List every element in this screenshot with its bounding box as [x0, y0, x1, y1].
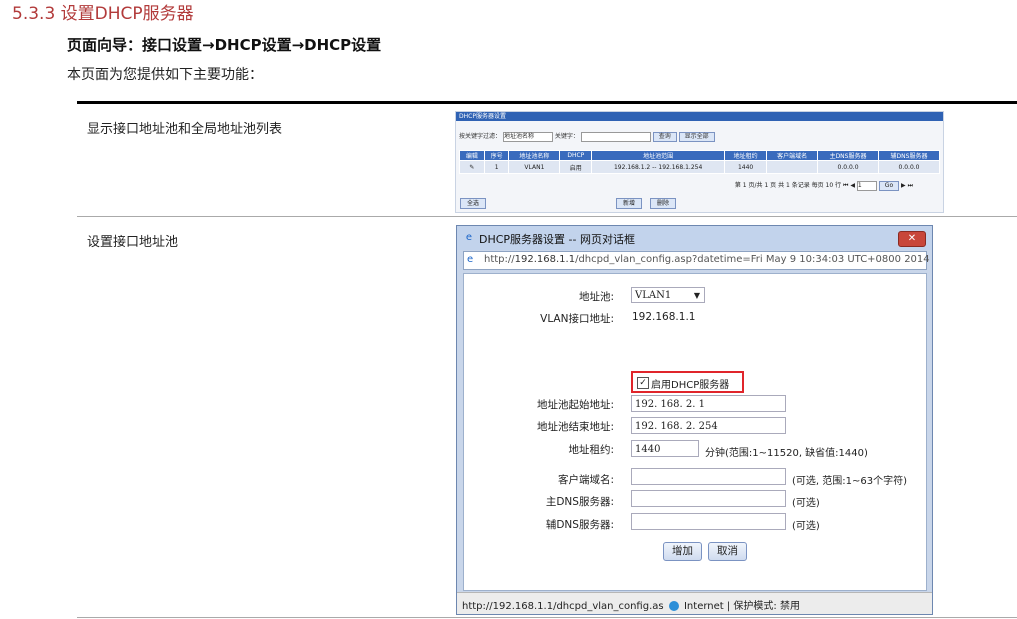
ie-icon: e [465, 232, 473, 243]
col-header: 序号 [483, 150, 510, 161]
dialog-titlebar: e DHCP服务器设置 -- 网页对话框 ✕ [457, 226, 932, 250]
edit-icon[interactable]: ✎ [459, 160, 485, 174]
last-page-icon[interactable]: ⏭ [908, 182, 913, 189]
url-host: 192.168.1.1 [514, 254, 576, 265]
list-title-bar: DHCP服务器设置 [456, 112, 943, 121]
end-address-label: 地址池结束地址: [536, 421, 614, 433]
dialog-title: DHCP服务器设置 -- 网页对话框 [479, 233, 635, 246]
show-all-button[interactable]: 显示全部 [678, 131, 715, 142]
table-cell: 0.0.0.0 [817, 160, 879, 174]
status-text: http://192.168.1.1/dhcpd_vlan_config.as … [462, 597, 800, 612]
keyword-input[interactable] [580, 131, 651, 142]
row-label-list: 显示接口地址池和全局地址池列表 [87, 122, 283, 137]
lease-hint: 分钟(范围:1~11520, 缺省值:1440) [705, 448, 868, 459]
go-button[interactable]: Go [878, 180, 900, 191]
dns2-label: 辅DNS服务器: [545, 519, 614, 531]
vlan-ip-label: VLAN接口地址: [540, 313, 614, 325]
pager: 第 1 页/共 1 页 共 1 条记录 每页 10 行 ⏮ ◀ 1 Go ▶ ⏭ [735, 180, 913, 191]
lease-label: 地址租约: [568, 444, 614, 456]
vlan-ip-value: 192.168.1.1 [632, 311, 696, 323]
url-rest: /dhcpd_vlan_config.asp?datetime=Fri May … [575, 254, 930, 265]
col-header: DHCP [559, 150, 593, 161]
start-address-label: 地址池起始地址: [536, 399, 614, 411]
new-button[interactable]: 新增 [616, 198, 643, 209]
col-header: 编辑 [459, 150, 485, 161]
close-button[interactable]: ✕ [898, 231, 926, 247]
globe-icon [668, 601, 679, 611]
table-cell: 192.168.1.2 -- 192.168.1.254 [591, 160, 725, 174]
dialog-body: 地址池: VLAN1 ▼ VLAN接口地址: 192.168.1.1 ✓ 启用D… [463, 273, 927, 591]
col-header: 地址池名称 [508, 150, 561, 161]
add-button[interactable]: 增加 [663, 542, 702, 561]
lease-input[interactable]: 1440 [631, 440, 699, 457]
status-zone: Internet | 保护模式: 禁用 [683, 601, 800, 612]
table-cell: 启用 [559, 160, 593, 174]
pool-select[interactable]: VLAN1 ▼ [631, 287, 705, 303]
nav-guide: 页面向导：接口设置→DHCP设置→DHCP设置 [67, 36, 382, 54]
page-input[interactable]: 1 [856, 180, 877, 191]
section-title: 5.3.3 设置DHCP服务器 [12, 4, 194, 24]
col-header: 主DNS服务器 [817, 150, 879, 161]
col-header: 地址租约 [723, 150, 768, 161]
prev-page-icon[interactable]: ◀ [850, 182, 855, 189]
dns2-hint: (可选) [792, 521, 820, 532]
address-text: http://192.168.1.1/dhcpd_vlan_config.asp… [484, 254, 930, 265]
table-cell: 1 [483, 160, 510, 174]
table-cell: VLAN1 [508, 160, 561, 174]
pool-table: 编辑 序号 地址池名称 DHCP 地址池范围 地址租约 客户端域名 主DNS服务… [459, 150, 940, 174]
search-button[interactable]: 查询 [652, 131, 677, 142]
select-all-button[interactable]: 全选 [460, 198, 487, 209]
table-cell: 0.0.0.0 [878, 160, 940, 174]
start-address-input[interactable]: 192. 168. 2. 1 [631, 395, 786, 412]
status-bar: http://192.168.1.1/dhcpd_vlan_config.as … [457, 592, 932, 614]
dns1-hint: (可选) [792, 498, 820, 509]
dns2-input[interactable] [631, 513, 786, 530]
enable-dhcp-label: 启用DHCP服务器 [651, 380, 730, 391]
filter-select[interactable]: 地址池名称 [502, 131, 553, 142]
status-url: http://192.168.1.1/dhcpd_vlan_config.as [462, 601, 664, 612]
delete-button[interactable]: 删除 [650, 198, 677, 209]
filter-label: 按关键字过滤： [459, 133, 502, 140]
address-bar: e http://192.168.1.1/dhcpd_vlan_config.a… [463, 251, 930, 270]
first-page-icon[interactable]: ⏮ [843, 182, 848, 189]
enable-dhcp-highlight: ✓ 启用DHCP服务器 [631, 371, 744, 393]
table-header-row: 编辑 序号 地址池名称 DHCP 地址池范围 地址租约 客户端域名 主DNS服务… [459, 150, 940, 161]
next-page-icon[interactable]: ▶ [901, 182, 906, 189]
page-icon: e [467, 254, 474, 265]
pool-label: 地址池: [578, 291, 614, 303]
domain-hint: (可选, 范围:1~63个字符) [792, 476, 907, 487]
dns1-input[interactable] [631, 490, 786, 507]
keyword-label: 关键字： [554, 133, 579, 140]
intro-text: 本页面为您提供如下主要功能： [67, 67, 263, 83]
col-header: 辅DNS服务器 [878, 150, 940, 161]
chevron-down-icon: ▼ [693, 291, 700, 300]
table-row[interactable]: ✎ 1 VLAN1 启用 192.168.1.2 -- 192.168.1.25… [459, 160, 940, 174]
end-address-input[interactable]: 192. 168. 2. 254 [631, 417, 786, 434]
row-label-pool: 设置接口地址池 [87, 235, 179, 250]
cancel-button[interactable]: 取消 [708, 542, 747, 561]
url-prefix: http:// [484, 254, 515, 265]
dns1-label: 主DNS服务器: [545, 496, 614, 508]
pool-select-value: VLAN1 [635, 290, 672, 301]
col-header: 地址池范围 [591, 150, 725, 161]
table-row-divider [77, 216, 1017, 217]
table-top-rule [77, 101, 1017, 104]
pager-text: 第 1 页/共 1 页 共 1 条记录 每页 10 行 [734, 182, 842, 189]
enable-dhcp-checkbox[interactable]: ✓ [637, 377, 649, 389]
domain-label: 客户端域名: [557, 474, 614, 486]
table-bottom-rule [77, 617, 1017, 618]
col-header: 客户端域名 [766, 150, 819, 161]
dhcp-dialog-screenshot: e DHCP服务器设置 -- 网页对话框 ✕ e http://192.168.… [456, 225, 933, 615]
pool-list-screenshot: DHCP服务器设置 按关键字过滤： 地址池名称 关键字： 查询 显示全部 编辑 … [455, 111, 944, 213]
table-cell [766, 160, 819, 174]
list-filter: 按关键字过滤： 地址池名称 关键字： 查询 显示全部 [459, 131, 715, 142]
domain-input[interactable] [631, 468, 786, 485]
table-cell: 1440 [723, 160, 768, 174]
